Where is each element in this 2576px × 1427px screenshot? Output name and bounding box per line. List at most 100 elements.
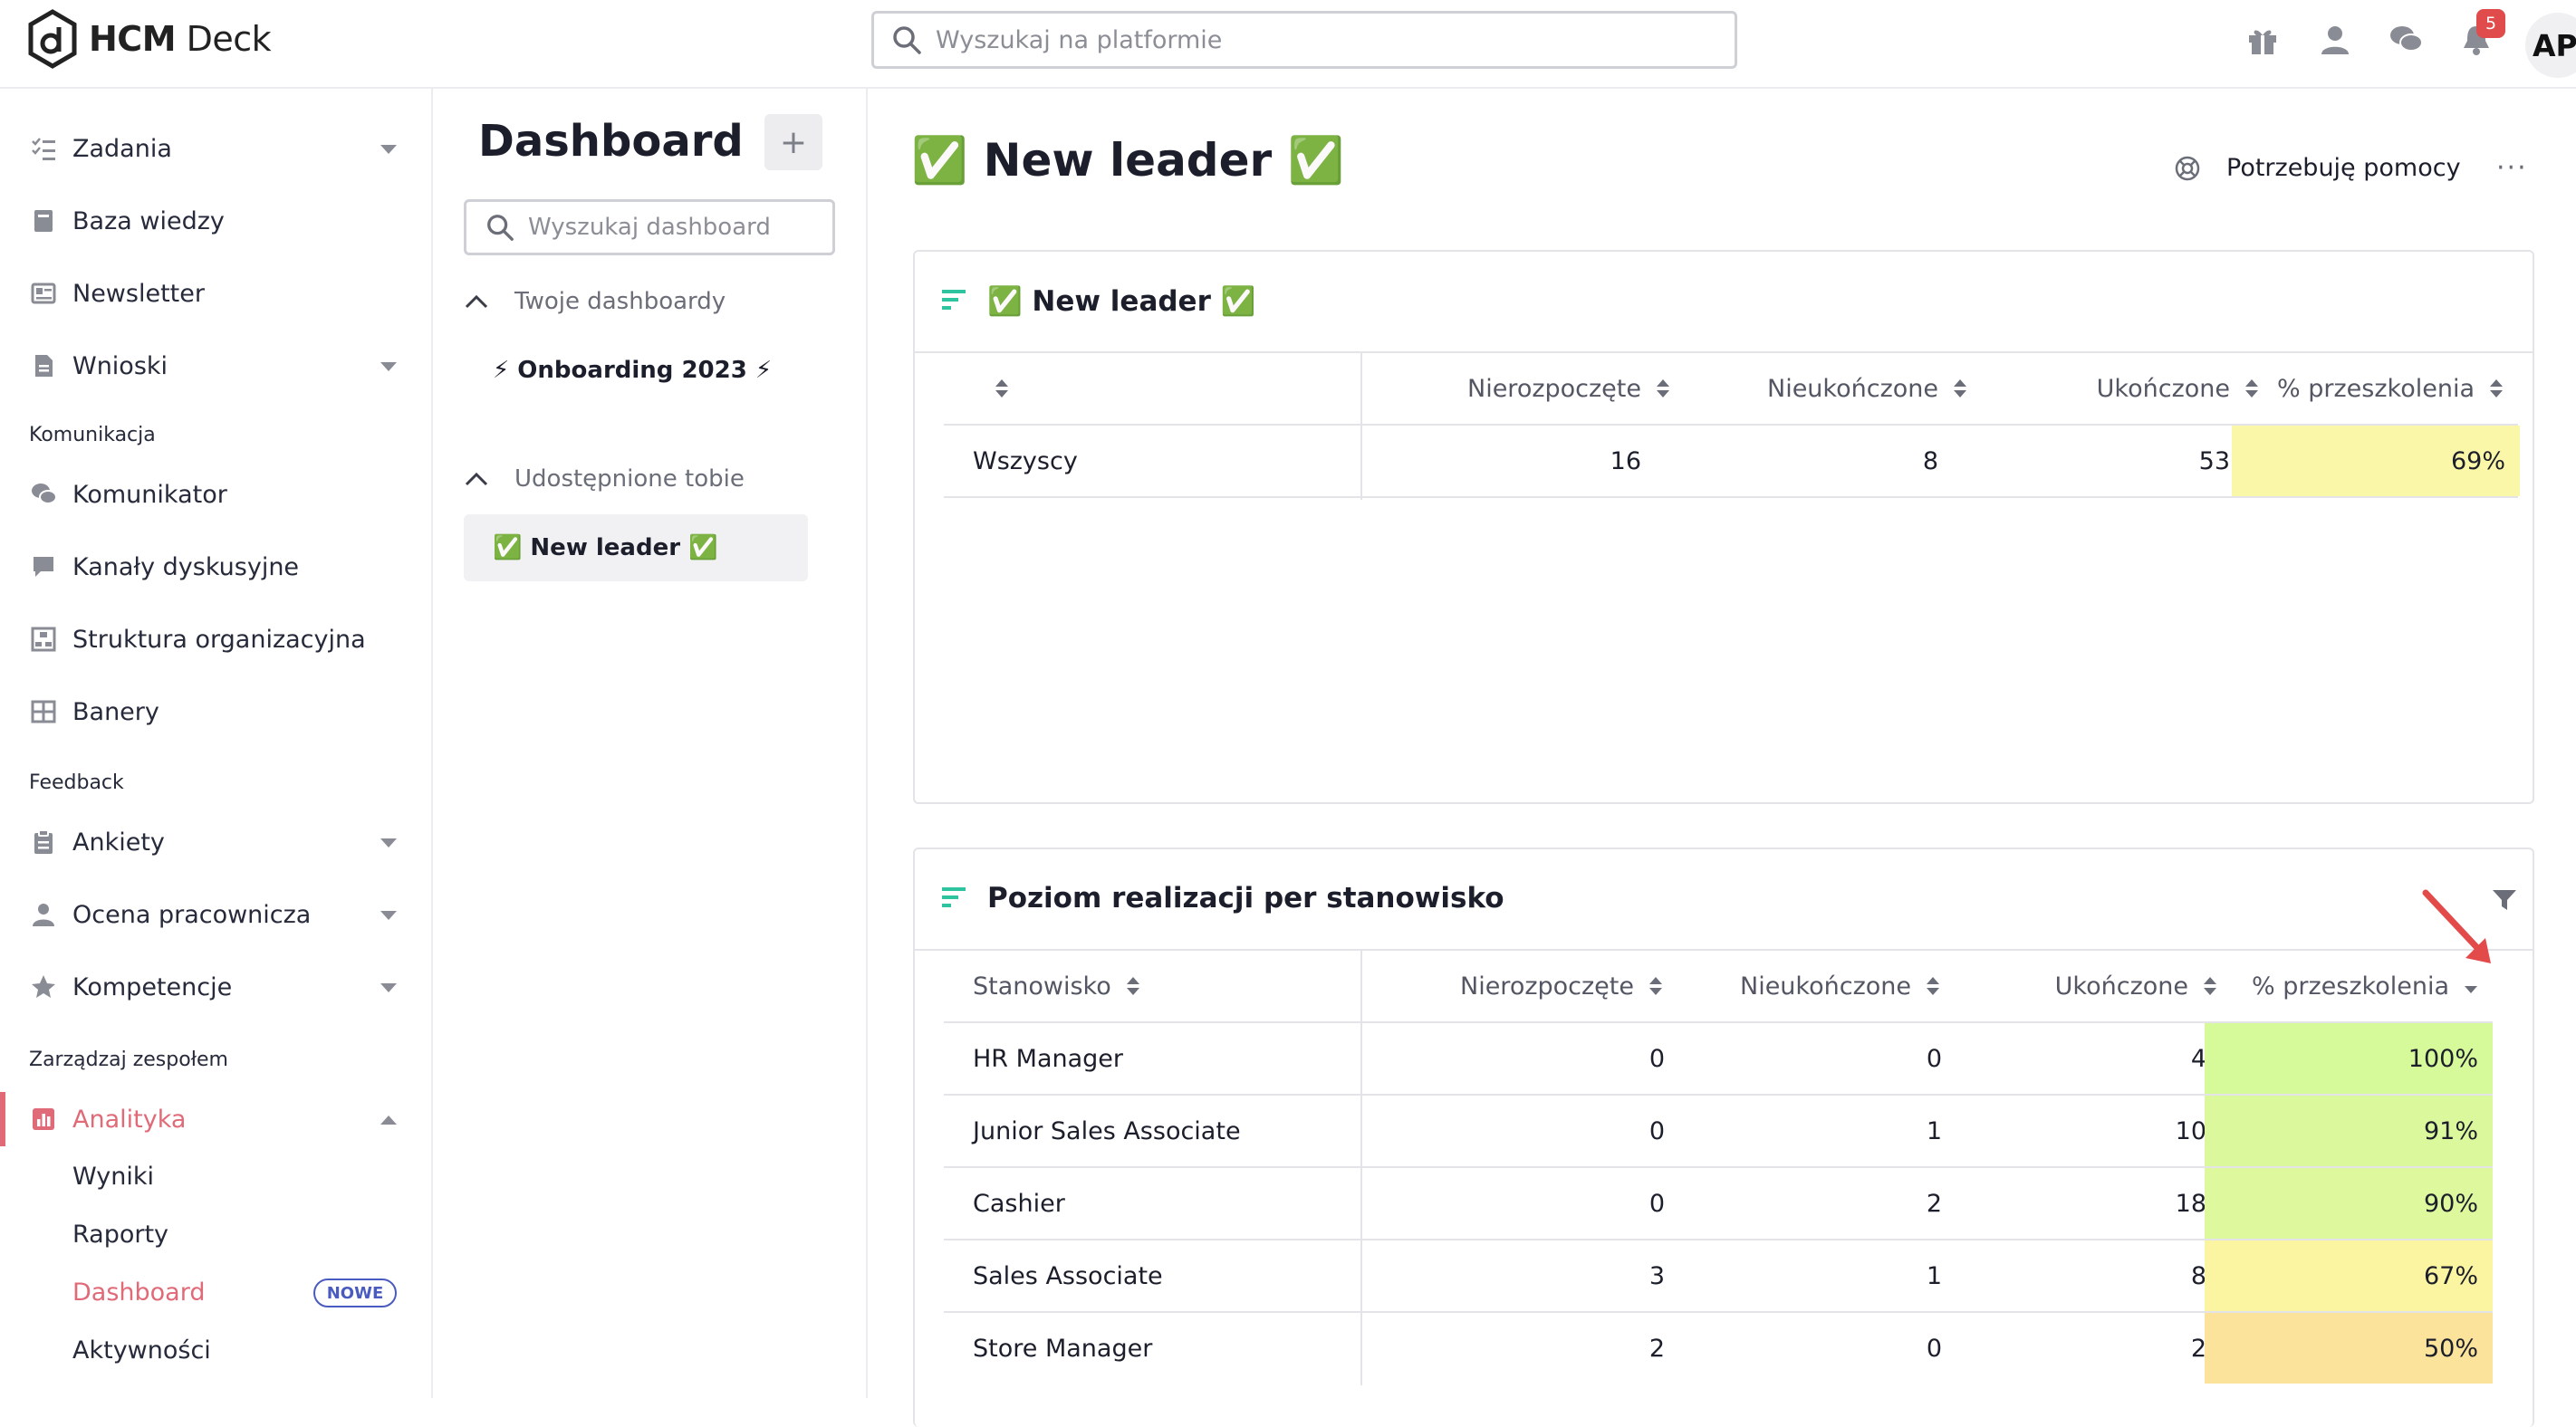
chevron-up-icon [465, 472, 488, 486]
comment-icon [29, 552, 58, 581]
search-icon [487, 215, 514, 241]
sort-icon [1927, 977, 1939, 995]
chevron-up-icon [380, 1116, 397, 1125]
column-header[interactable]: Nierozpoczęte [1397, 951, 1665, 1021]
dashboard-search[interactable] [464, 199, 835, 255]
percent-cell: 50% [2205, 1313, 2493, 1384]
sort-icon [995, 379, 1008, 397]
sidebar-item-komunikator[interactable]: Komunikator [0, 467, 431, 522]
sidebar-subitem-raporty[interactable]: Raporty [72, 1221, 168, 1249]
table-row: Sales Associate 3 1 8 67% [944, 1240, 2493, 1313]
section-komunikacja: Komunikacja [29, 424, 156, 446]
column-header[interactable]: % przeszkolenia [2219, 951, 2493, 1021]
dashboard-search-input[interactable] [528, 214, 818, 241]
chat-icon[interactable] [2386, 20, 2426, 60]
document-icon [29, 351, 58, 380]
sort-icon [2490, 379, 2503, 397]
sidebar-subitem-aktywnosci[interactable]: Aktywności [72, 1336, 211, 1365]
sidebar-item-zadania[interactable]: Zadania [0, 121, 431, 176]
sort-icon [2245, 379, 2258, 397]
sidebar-item-ocena-pracownicza[interactable]: Ocena pracownicza [0, 887, 431, 942]
sidebar-item-struktura-organizacyjna[interactable]: Struktura organizacyjna [0, 612, 431, 666]
table-header-row: Nierozpoczęte Nieukończone Ukończone % p… [944, 353, 2518, 426]
sidebar-item-kompetencje[interactable]: Kompetencje [0, 960, 431, 1014]
sidebar-subitem-wyniki[interactable]: Wyniki [72, 1163, 154, 1191]
chart-icon [29, 1105, 58, 1134]
group-own-dashboards[interactable]: Twoje dashboardy [464, 288, 726, 315]
top-bar: HCM Deck 5 AP [0, 0, 2576, 89]
chevron-down-icon [380, 983, 397, 992]
dashboard-list-panel: Dashboard + Twoje dashboardy ⚡ Onboardin… [433, 89, 868, 1398]
logo[interactable]: HCM Deck [27, 9, 272, 69]
card-header: Poziom realizacji per stanowisko [915, 849, 2533, 951]
notification-badge: 5 [2476, 9, 2505, 38]
sidebar-item-banery[interactable]: Banery [0, 685, 431, 739]
position-table: Stanowisko Nierozpoczęte Nieukończone Uk… [944, 951, 2493, 1385]
more-options-button[interactable]: ··· [2496, 152, 2528, 184]
sidebar-item-baza-wiedzy[interactable]: Baza wiedzy [0, 194, 431, 248]
global-search-input[interactable] [936, 25, 1678, 54]
column-header[interactable]: Ukończone [1942, 951, 2219, 1021]
column-header[interactable]: Ukończone [1969, 353, 2261, 424]
sidebar: Zadania Baza wiedzy Newsletter Wnioski K… [0, 89, 433, 1398]
group-shared-dashboards[interactable]: Udostępnione tobie [464, 465, 745, 493]
page-title: ✅ New leader ✅ [911, 134, 1344, 187]
sort-icon [1126, 977, 1139, 995]
column-header[interactable]: Nierozpoczęte [1415, 353, 1672, 424]
table-row: Store Manager 2 0 2 50% [944, 1313, 2493, 1385]
section-zarzadzaj-zespolem: Zarządzaj zespołem [29, 1049, 228, 1071]
percent-cell: 67% [2205, 1240, 2493, 1311]
card-position-completion: Poziom realizacji per stanowisko Stanowi… [913, 848, 2534, 1427]
add-dashboard-button[interactable]: + [764, 114, 822, 170]
dashboard-panel-title: Dashboard [478, 116, 744, 167]
chevron-up-icon [465, 294, 488, 309]
sort-icon [1954, 379, 1966, 397]
dashboard-link-new-leader[interactable]: ✅ New leader ✅ [464, 514, 808, 581]
column-header[interactable]: Nieukończone [1672, 353, 1969, 424]
sidebar-item-analityka[interactable]: Analityka [0, 1092, 431, 1146]
percent-cell: 91% [2205, 1096, 2493, 1166]
column-header[interactable]: % przeszkolenia [2261, 353, 2518, 424]
table-header-row: Stanowisko Nierozpoczęte Nieukończone Uk… [944, 951, 2493, 1023]
column-header[interactable]: Nieukończone [1665, 951, 1942, 1021]
column-header[interactable]: Stanowisko [973, 951, 1245, 1021]
sidebar-item-newsletter[interactable]: Newsletter [0, 266, 431, 321]
user-icon[interactable] [2315, 20, 2355, 60]
clipboard-icon [29, 828, 58, 857]
chevron-down-icon [380, 911, 397, 920]
bars-icon [942, 887, 966, 907]
section-feedback: Feedback [29, 771, 124, 794]
percent-cell: 69% [2232, 426, 2520, 496]
sidebar-item-kanaly-dyskusyjne[interactable]: Kanały dyskusyjne [0, 540, 431, 594]
card-title: Poziom realizacji per stanowisko [987, 882, 1504, 915]
sort-desc-icon [2465, 986, 2477, 993]
chevron-down-icon [380, 838, 397, 848]
chat-icon [29, 480, 58, 509]
dashboard-link-onboarding[interactable]: ⚡ Onboarding 2023 ⚡ [464, 337, 808, 404]
book-icon [29, 206, 58, 235]
table-row: Cashier 0 2 18 90% [944, 1168, 2493, 1240]
employee-rating-icon [29, 900, 58, 929]
table-row: Wszyscy 16 8 53 69% [944, 426, 2520, 498]
lifebuoy-icon [2175, 156, 2200, 180]
sidebar-subitem-dashboard[interactable]: Dashboard [72, 1279, 205, 1307]
chevron-down-icon [380, 362, 397, 371]
table-row: Junior Sales Associate 0 1 10 91% [944, 1096, 2493, 1168]
sort-icon [1649, 977, 1662, 995]
sidebar-item-wnioski[interactable]: Wnioski [0, 339, 431, 393]
summary-table: Nierozpoczęte Nieukończone Ukończone % p… [944, 353, 2520, 502]
column-header[interactable] [980, 353, 1016, 424]
main-content: ✅ New leader ✅ Potrzebuję pomocy ··· ✅ N… [870, 89, 2576, 1427]
help-button[interactable]: Potrzebuję pomocy [2174, 154, 2461, 182]
gift-icon[interactable] [2243, 20, 2283, 60]
star-icon [29, 972, 58, 1001]
logo-icon [28, 9, 77, 69]
avatar[interactable]: AP [2525, 13, 2576, 78]
bars-icon [942, 290, 966, 310]
logo-text: HCM Deck [89, 19, 272, 59]
newsletter-icon [29, 279, 58, 308]
chevron-down-icon [380, 145, 397, 154]
global-search[interactable] [871, 11, 1737, 69]
sidebar-item-ankiety[interactable]: Ankiety [0, 815, 431, 869]
percent-cell: 90% [2205, 1168, 2493, 1239]
